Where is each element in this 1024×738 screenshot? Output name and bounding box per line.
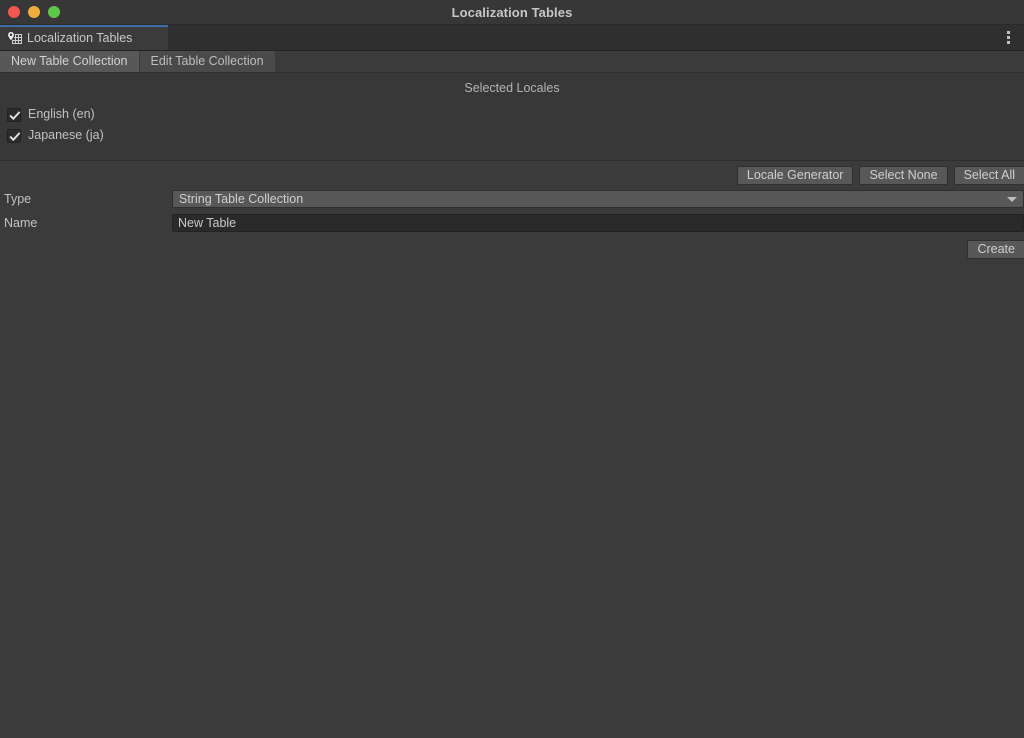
kebab-dot <box>1006 31 1010 34</box>
editor-tab-localization-tables[interactable]: Localization Tables <box>0 25 168 50</box>
name-input[interactable]: New Table <box>172 214 1024 232</box>
tab-edit-table-collection-label: Edit Table Collection <box>150 54 264 69</box>
chevron-down-icon <box>1007 196 1017 202</box>
tab-edit-table-collection[interactable]: Edit Table Collection <box>139 51 276 72</box>
locale-toolbar: Locale Generator Select None Select All <box>0 161 1024 189</box>
select-none-button[interactable]: Select None <box>859 166 948 185</box>
type-dropdown[interactable]: String Table Collection <box>172 190 1024 208</box>
selected-locales-panel: Selected Locales English (en) Japanese (… <box>0 73 1024 161</box>
create-button[interactable]: Create <box>967 240 1024 259</box>
selected-locales-heading: Selected Locales <box>464 81 560 95</box>
maximize-button[interactable] <box>48 6 60 18</box>
window-controls <box>0 6 60 18</box>
kebab-menu-icon[interactable] <box>1000 25 1016 50</box>
locale-checkbox-japanese[interactable] <box>7 128 21 143</box>
name-field-row: Name New Table <box>0 213 1024 233</box>
locale-label-english: English (en) <box>28 107 95 122</box>
type-field-row: Type String Table Collection <box>0 189 1024 209</box>
minimize-button[interactable] <box>28 6 40 18</box>
locale-row-english[interactable]: English (en) <box>0 104 1024 125</box>
create-row: Create <box>0 237 1024 259</box>
tabstrip-filler <box>275 51 1024 72</box>
locale-checkbox-english[interactable] <box>7 107 21 122</box>
type-dropdown-value: String Table Collection <box>179 192 304 206</box>
locale-label-japanese: Japanese (ja) <box>28 128 104 143</box>
kebab-dot <box>1006 36 1010 39</box>
kebab-dot <box>1006 41 1010 44</box>
table-collection-tabs: New Table Collection Edit Table Collecti… <box>0 51 1024 73</box>
localization-tables-icon <box>6 30 23 47</box>
type-field-label: Type <box>4 191 32 206</box>
window-title: Localization Tables <box>451 4 573 20</box>
locales-spacer <box>0 146 1024 160</box>
locale-generator-button[interactable]: Locale Generator <box>736 166 854 185</box>
name-field-label: Name <box>4 215 38 230</box>
window-titlebar: Localization Tables <box>0 0 1024 25</box>
select-all-button[interactable]: Select All <box>953 166 1024 185</box>
locale-row-japanese[interactable]: Japanese (ja) <box>0 125 1024 146</box>
editor-tab-label: Localization Tables <box>27 30 133 45</box>
tab-new-table-collection[interactable]: New Table Collection <box>0 51 140 72</box>
new-table-collection-form: Locale Generator Select None Select All … <box>0 161 1024 738</box>
close-button[interactable] <box>8 6 20 18</box>
editor-tabstrip: Localization Tables <box>0 25 1024 51</box>
tab-new-table-collection-label: New Table Collection <box>11 54 128 69</box>
